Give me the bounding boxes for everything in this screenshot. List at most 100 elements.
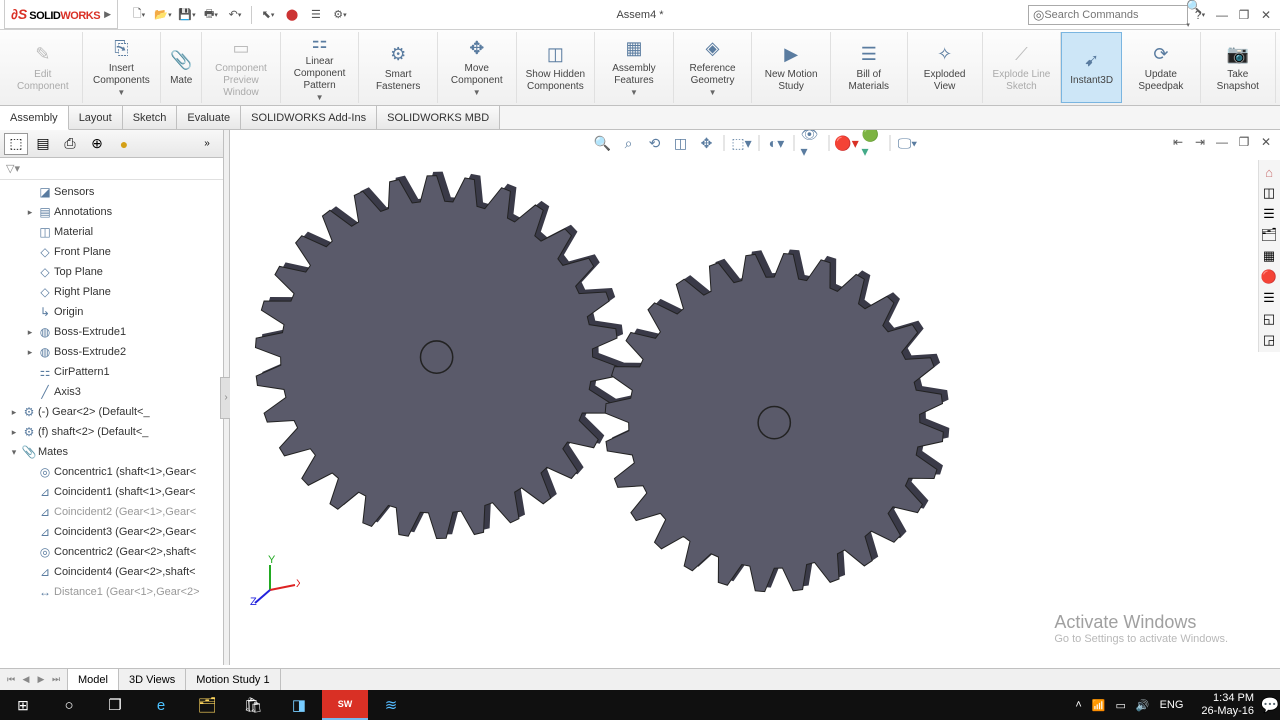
ribbon-new-motion-study[interactable]: ▶New Motion Study	[752, 32, 831, 103]
solidworks-button[interactable]: SW	[322, 690, 368, 720]
apply-scene-icon[interactable]: 🟢▾	[862, 132, 884, 154]
ribbon-move-component[interactable]: ✥Move Component▼	[438, 32, 517, 103]
vp-close-button[interactable]: ✕	[1256, 132, 1276, 152]
app5-button[interactable]: ≋	[368, 690, 414, 720]
resources-icon[interactable]: ◫	[1259, 183, 1279, 203]
vp-collapse-button[interactable]: ⇤	[1168, 132, 1188, 152]
tree-item[interactable]: ╱Axis3	[0, 382, 223, 402]
new-file-button[interactable]: 🗋▾	[128, 4, 150, 26]
expand-icon[interactable]: ▸	[8, 407, 20, 418]
volume-icon[interactable]: 🔊	[1136, 699, 1150, 712]
store-button[interactable]: 🛍	[230, 690, 276, 720]
view-settings-icon[interactable]: 🖵▾	[897, 132, 919, 154]
tab-evaluate[interactable]: Evaluate	[177, 106, 241, 129]
hide-show-icon[interactable]: 👁▾	[801, 132, 823, 154]
app-logo[interactable]: ∂S SOLIDWORKS ▶	[4, 0, 118, 29]
ribbon-update-speedpak[interactable]: ⟳Update Speedpak	[1122, 32, 1201, 103]
property-manager-tab[interactable]: ▤	[31, 133, 55, 155]
undo-button[interactable]: ↶▾	[224, 4, 246, 26]
tree-item[interactable]: ◎Concentric1 (shaft<1>,Gear<	[0, 462, 223, 482]
edge-button[interactable]: e	[138, 690, 184, 720]
tab-nav-controls[interactable]: ⏮◀▶⏭	[0, 669, 68, 690]
ribbon-show-hidden[interactable]: ◫Show Hidden Components	[517, 32, 596, 103]
design-library-icon[interactable]: ☰	[1259, 204, 1279, 224]
model-canvas[interactable]: Y X Z Activate Windows Go to Settings to…	[230, 160, 1258, 665]
expand-icon[interactable]: ▾	[8, 447, 20, 458]
home-icon[interactable]: ⌂	[1259, 162, 1279, 182]
tree-item[interactable]: ◇Front Plane	[0, 242, 223, 262]
tree-item[interactable]: ▸▤Annotations	[0, 202, 223, 222]
vp-restore-button[interactable]: ❐	[1234, 132, 1254, 152]
forum2-icon[interactable]: ◲	[1259, 330, 1279, 350]
appearances-icon[interactable]: 🔴	[1259, 267, 1279, 287]
tree-item[interactable]: ▸⚙(f) shaft<2> (Default<_	[0, 422, 223, 442]
tree-item[interactable]: ▸◍Boss-Extrude2	[0, 342, 223, 362]
task-view-button[interactable]: ❐	[92, 690, 138, 720]
tree-item[interactable]: ◇Right Plane	[0, 282, 223, 302]
expand-icon[interactable]: ▸	[8, 427, 20, 438]
tree-item[interactable]: ⊿Coincident1 (shaft<1>,Gear<	[0, 482, 223, 502]
explorer-button[interactable]: 🗂	[184, 690, 230, 720]
ribbon-exploded-view[interactable]: ✧Exploded View	[908, 32, 983, 103]
tab-sketch[interactable]: Sketch	[123, 106, 178, 129]
tree-filter-row[interactable]: ▽▾	[0, 158, 223, 180]
tree-item[interactable]: ▸⚙(-) Gear<2> (Default<_	[0, 402, 223, 422]
battery-icon[interactable]: ▭	[1115, 699, 1125, 712]
ribbon-instant3d[interactable]: ➹Instant3D	[1061, 32, 1122, 103]
tree-item[interactable]: ▾📎Mates	[0, 442, 223, 462]
vp-minimize-button[interactable]: —	[1212, 132, 1232, 152]
bottom-tab-model[interactable]: Model	[68, 669, 119, 690]
tree-item[interactable]: ▸◍Boss-Extrude1	[0, 322, 223, 342]
select-button[interactable]: ⬉▾	[257, 4, 279, 26]
tree-item[interactable]: ⚏CirPattern1	[0, 362, 223, 382]
notifications-button[interactable]: 💬	[1262, 690, 1278, 720]
ribbon-insert-components[interactable]: ⎘Insert Components▼	[83, 32, 162, 103]
forum-icon[interactable]: ◱	[1259, 309, 1279, 329]
configuration-tab[interactable]: ⎙	[58, 133, 82, 155]
graphics-viewport[interactable]: 🔍 ⌕ ⟲ ◫ ✥ ⬚▾ ◐▾ 👁▾ 🔴▾ 🟢▾ 🖵▾ ⇤ ⇥ — ❐ ✕ ⌂	[230, 130, 1280, 665]
language-indicator[interactable]: ENG	[1160, 699, 1184, 711]
zoom-fit-icon[interactable]: 🔍	[592, 132, 614, 154]
ribbon-take-snapshot[interactable]: 📷Take Snapshot	[1201, 32, 1276, 103]
expand-icon[interactable]: ▸	[24, 207, 36, 218]
ribbon-assembly-features[interactable]: ▦Assembly Features▼	[595, 32, 674, 103]
section-view-icon[interactable]: ◫	[670, 132, 692, 154]
print-button[interactable]: 🖶▾	[200, 4, 222, 26]
display-style-icon[interactable]: ◐▾	[766, 132, 788, 154]
clock[interactable]: 1:34 PM26-May-16	[1193, 692, 1262, 718]
custom-props-icon[interactable]: ☰	[1259, 288, 1279, 308]
rebuild-button[interactable]: ⬤	[281, 4, 303, 26]
previous-view-icon[interactable]: ⟲	[644, 132, 666, 154]
wifi-icon[interactable]: 📶	[1092, 699, 1106, 712]
bottom-tab-motion-study-1[interactable]: Motion Study 1	[186, 669, 280, 690]
close-button[interactable]: ✕	[1256, 5, 1276, 25]
start-button[interactable]: ⊞	[0, 690, 46, 720]
ribbon-bom[interactable]: ☰Bill of Materials	[831, 32, 908, 103]
dimxpert-tab[interactable]: ⊕	[85, 133, 109, 155]
help-button[interactable]: ?▾	[1190, 5, 1210, 25]
tree-item[interactable]: ◎Concentric2 (Gear<2>,shaft<	[0, 542, 223, 562]
panel-expand-button[interactable]: »	[195, 133, 219, 155]
tree-item[interactable]: ◇Top Plane	[0, 262, 223, 282]
tab-solidworks-mbd[interactable]: SOLIDWORKS MBD	[377, 106, 500, 129]
display-tab[interactable]: ●	[112, 133, 136, 155]
ribbon-reference-geometry[interactable]: ◈Reference Geometry▼	[674, 32, 753, 103]
save-button[interactable]: 💾▾	[176, 4, 198, 26]
app3-button[interactable]: ◨	[276, 690, 322, 720]
tree-item[interactable]: ↔Distance1 (Gear<1>,Gear<2>	[0, 582, 223, 602]
expand-icon[interactable]: ▸	[24, 327, 36, 338]
feature-tree-tab[interactable]: ⬚	[4, 133, 28, 155]
minimize-button[interactable]: —	[1212, 5, 1232, 25]
orientation-triad[interactable]: Y X Z	[250, 555, 300, 605]
restore-button[interactable]: ❐	[1234, 5, 1254, 25]
view-palette-icon[interactable]: ▦	[1259, 246, 1279, 266]
bottom-tab-3d-views[interactable]: 3D Views	[119, 669, 186, 690]
feature-tree[interactable]: ◪Sensors▸▤Annotations◫Material ◇Front Pl…	[0, 180, 223, 665]
settings-button[interactable]: ⚙▾	[329, 4, 351, 26]
cortana-button[interactable]: ○	[46, 690, 92, 720]
vp-expand-button[interactable]: ⇥	[1190, 132, 1210, 152]
zoom-area-icon[interactable]: ⌕	[618, 132, 640, 154]
open-file-button[interactable]: 📂▾	[152, 4, 174, 26]
tab-assembly[interactable]: Assembly	[0, 106, 69, 130]
search-input[interactable]	[1044, 9, 1186, 21]
